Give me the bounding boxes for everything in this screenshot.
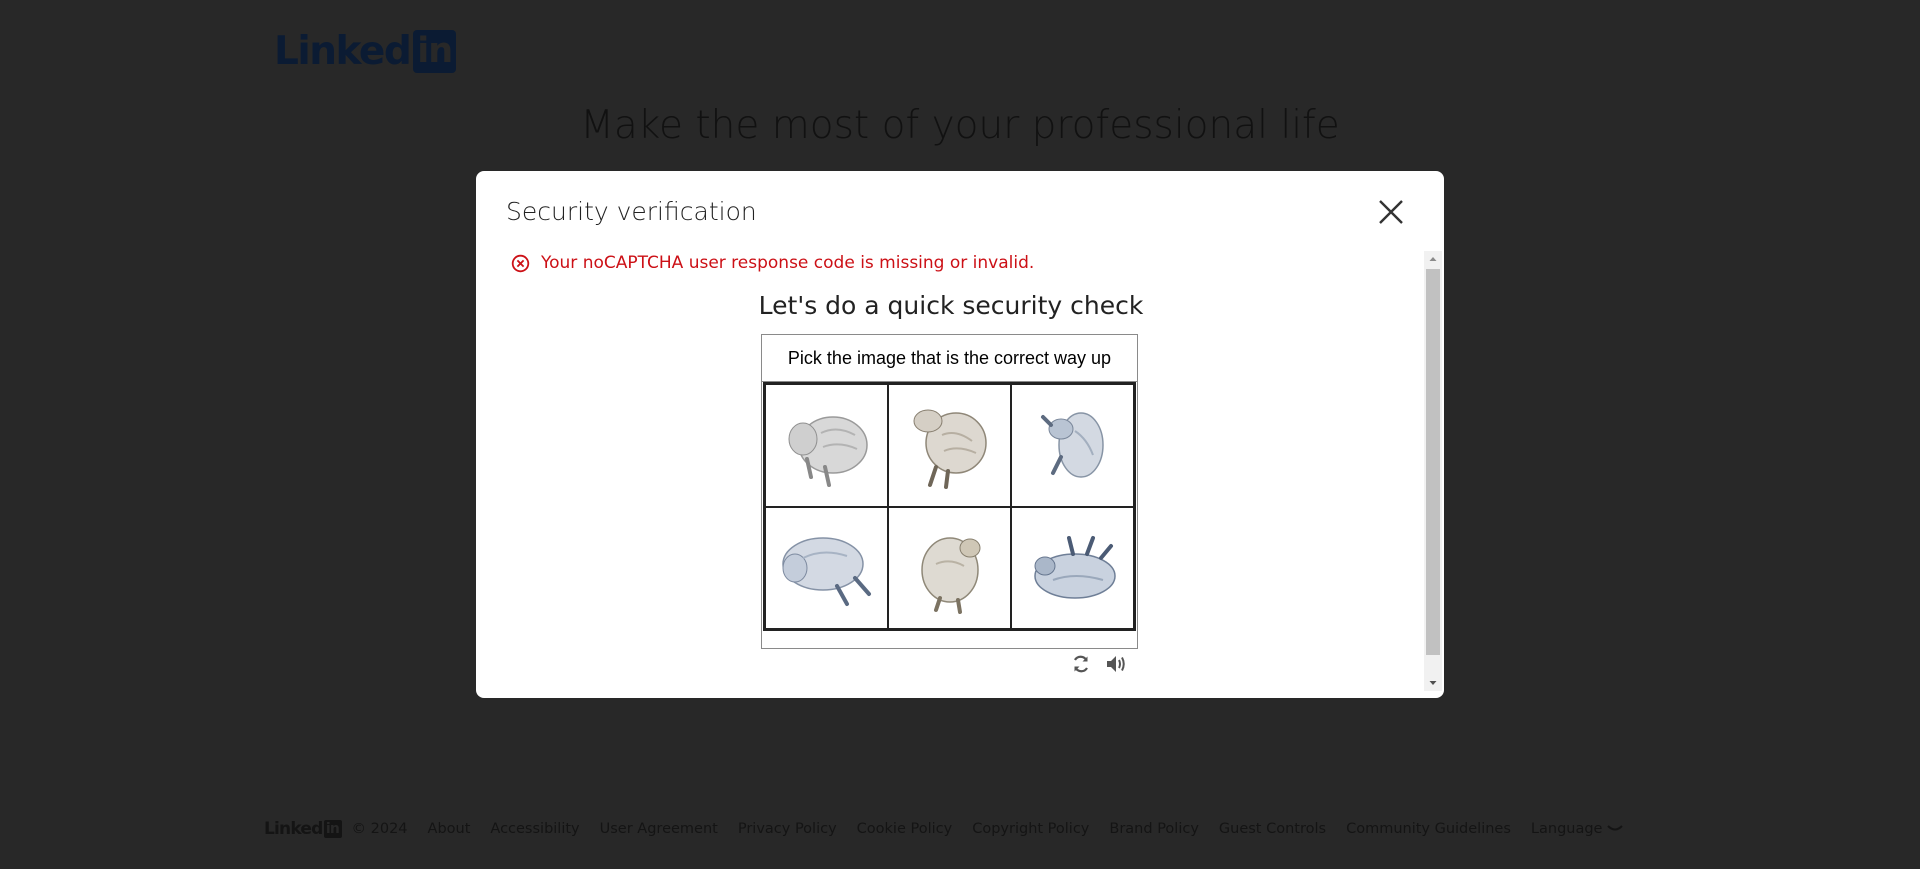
footer-link-copyright-policy[interactable]: Copyright Policy xyxy=(972,821,1089,837)
refresh-button[interactable] xyxy=(1068,651,1094,677)
refresh-icon xyxy=(1074,655,1088,673)
error-message: Your noCAPTCHA user response code is mis… xyxy=(511,253,1034,273)
captcha-widget: Pick the image that is the correct way u… xyxy=(761,334,1138,649)
page-headline: Make the most of your professional life xyxy=(580,103,1340,148)
footer-link-community-guidelines[interactable]: Community Guidelines xyxy=(1346,821,1511,837)
animal-figure-icon xyxy=(913,409,987,490)
animal-figure-icon xyxy=(781,537,871,606)
error-icon xyxy=(511,254,530,272)
footer-link-cookie-policy[interactable]: Cookie Policy xyxy=(857,821,953,837)
footer-link-about[interactable]: About xyxy=(428,821,471,837)
captcha-image-6[interactable] xyxy=(1011,506,1134,629)
captcha-prompt: Pick the image that is the correct way u… xyxy=(762,335,1137,382)
close-icon xyxy=(1379,200,1403,224)
footer-link-guest-controls[interactable]: Guest Controls xyxy=(1219,821,1326,837)
captcha-image-grid xyxy=(763,382,1136,631)
footer-link-brand-policy[interactable]: Brand Policy xyxy=(1109,821,1199,837)
captcha-image-5[interactable] xyxy=(888,506,1011,629)
language-label: Language xyxy=(1530,821,1603,837)
captcha-image-4[interactable] xyxy=(765,506,888,629)
scroll-down-arrow-icon[interactable] xyxy=(1424,675,1442,691)
animal-figure-icon xyxy=(788,416,868,488)
modal-body: Your noCAPTCHA user response code is mis… xyxy=(476,251,1426,691)
scrollbar-thumb[interactable] xyxy=(1426,269,1440,655)
captcha-image-1[interactable] xyxy=(765,384,888,507)
animal-figure-icon xyxy=(920,537,980,614)
animal-figure-icon xyxy=(1040,412,1104,478)
linkedin-logo[interactable]: Linked in xyxy=(274,28,457,74)
modal-scrollbar[interactable] xyxy=(1424,251,1442,691)
footer: Linked in © 2024 About Accessibility Use… xyxy=(264,818,1624,840)
security-check-title: Let's do a quick security check xyxy=(758,291,1144,320)
language-selector[interactable]: Language xyxy=(1531,821,1624,837)
footer-link-user-agreement[interactable]: User Agreement xyxy=(600,821,718,837)
error-text: Your noCAPTCHA user response code is mis… xyxy=(541,253,1035,273)
animal-figure-icon xyxy=(1033,535,1116,599)
audio-icon xyxy=(1107,656,1125,672)
scroll-up-arrow-icon[interactable] xyxy=(1424,251,1442,267)
footer-copyright: © 2024 xyxy=(351,821,408,837)
footer-logo-in-box: in xyxy=(323,820,342,838)
logo-wordmark: Linked xyxy=(274,28,412,74)
footer-logo: Linked in xyxy=(264,819,342,839)
modal-title: Security verification xyxy=(506,197,757,226)
security-verification-modal: Security verification Your noCAPTCHA use… xyxy=(476,171,1444,698)
captcha-tools xyxy=(1068,651,1130,677)
captcha-image-2[interactable] xyxy=(888,384,1011,507)
logo-in-box: in xyxy=(413,29,457,73)
footer-link-accessibility[interactable]: Accessibility xyxy=(490,821,579,837)
captcha-image-3[interactable] xyxy=(1011,384,1134,507)
footer-link-privacy-policy[interactable]: Privacy Policy xyxy=(738,821,837,837)
audio-button[interactable] xyxy=(1104,651,1130,677)
chevron-down-icon xyxy=(1607,825,1624,831)
footer-logo-wordmark: Linked xyxy=(264,819,323,839)
close-button[interactable] xyxy=(1373,194,1409,230)
